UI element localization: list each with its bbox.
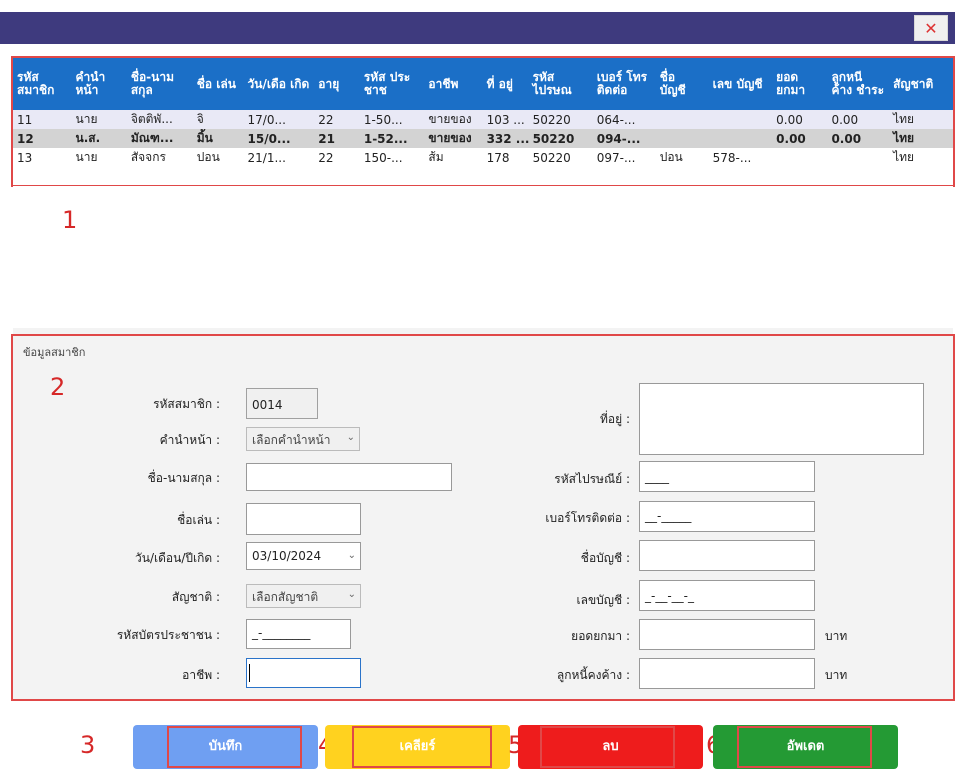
nationality-label: สัญชาติ :: [171, 590, 220, 604]
annotation-box-1: [11, 56, 955, 187]
fullname-label: ชื่อ-นามสกุล :: [147, 471, 220, 485]
annotation-number-2: 2: [50, 373, 66, 401]
address-label: ที่อยู่ :: [599, 412, 630, 426]
group-title: ข้อมูลสมาชิก: [23, 346, 86, 359]
address-textarea[interactable]: [639, 383, 924, 455]
nationality-select[interactable]: เลือกสัญชาติ ⌄: [246, 584, 361, 608]
annotation-number-3: 3: [80, 731, 96, 759]
chevron-down-icon: ⌄: [347, 589, 356, 600]
balance-label: ยอดยกมา :: [571, 629, 630, 643]
citizen-id-input[interactable]: _-________: [246, 619, 351, 649]
annotation-box-4: [352, 726, 492, 768]
account-name-input[interactable]: [639, 540, 815, 571]
nickname-input[interactable]: [246, 503, 361, 535]
birthdate-picker[interactable]: 03/10/2024 ⌄: [246, 542, 361, 570]
annotation-number-1: 1: [62, 206, 78, 234]
member-id-field[interactable]: 0014: [246, 388, 318, 419]
prefix-selected-value: เลือกคำนำหน้า: [252, 433, 331, 447]
annotation-box-5: [540, 726, 675, 768]
birthdate-value: 03/10/2024: [252, 549, 322, 563]
close-button[interactable]: ✕: [914, 15, 948, 41]
debt-unit: บาท: [825, 668, 848, 682]
prefix-select[interactable]: เลือกคำนำหน้า ⌄: [246, 427, 360, 451]
grid-empty-area: [13, 186, 953, 324]
occupation-input[interactable]: [246, 658, 361, 688]
chevron-down-icon: ⌄: [347, 550, 356, 561]
occupation-label: อาชีพ :: [182, 668, 220, 682]
nickname-label: ชื่อเล่น :: [177, 513, 220, 527]
balance-unit: บาท: [825, 629, 848, 643]
annotation-box-6: [737, 726, 872, 768]
window-title-bar: [0, 12, 955, 44]
text-caret: [249, 664, 250, 682]
annotation-box-3: [167, 726, 302, 768]
phone-input[interactable]: __-_____: [639, 501, 815, 532]
fullname-input[interactable]: [246, 463, 452, 491]
phone-label: เบอร์โทรติดต่อ :: [545, 511, 630, 525]
prefix-label: คำนำหน้า :: [159, 433, 220, 447]
debt-input[interactable]: [639, 658, 815, 689]
debt-label: ลูกหนี้คงค้าง :: [556, 668, 630, 682]
chevron-down-icon: ⌄: [346, 432, 355, 443]
citizen-id-label: รหัสบัตรประชาชน :: [116, 628, 220, 642]
account-name-label: ชื่อบัญชี :: [580, 551, 630, 565]
postal-input[interactable]: ____: [639, 461, 815, 492]
postal-label: รหัสไปรษณีย์ :: [554, 472, 630, 486]
account-no-label: เลขบัญชี :: [576, 593, 630, 607]
birthdate-label: วัน/เดือน/ปีเกิด :: [135, 551, 220, 565]
member-id-label: รหัสสมาชิก :: [153, 397, 220, 411]
balance-input[interactable]: [639, 619, 815, 650]
account-no-input[interactable]: _-__-__-_: [639, 580, 815, 611]
nationality-selected-value: เลือกสัญชาติ: [252, 590, 319, 604]
